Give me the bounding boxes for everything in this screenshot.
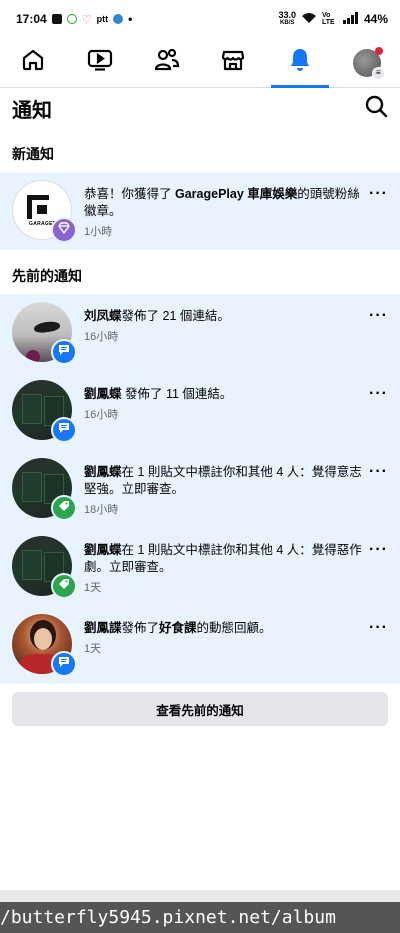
menu-icon: ≡: [371, 66, 385, 80]
top-nav: ≡: [0, 38, 400, 88]
network-label: Vo LTE: [321, 12, 335, 26]
page-title: 通知: [12, 99, 52, 122]
comment-badge: [51, 651, 77, 677]
tab-notifications[interactable]: [267, 38, 334, 88]
search-icon[interactable]: [364, 94, 388, 123]
notification-item[interactable]: 刘凤蝶發佈了 21 個連結。 16小時 ···: [0, 294, 400, 372]
dot-icon: •: [128, 12, 133, 26]
diamond-icon: [58, 221, 70, 239]
status-time: 17:04: [16, 12, 47, 26]
page-header: 通知: [0, 88, 400, 128]
comment-icon: [58, 421, 70, 439]
more-options-icon[interactable]: ···: [369, 308, 388, 324]
red-dot-icon: [374, 46, 383, 55]
watermark-text: /butterfly5945.pixnet.net/album: [0, 902, 400, 933]
bell-icon: [288, 47, 312, 78]
notification-time: 1天: [84, 582, 102, 594]
notification-text: 劉鳳諜發佈了好食課的動態回顧。: [84, 621, 272, 635]
notification-text: 劉鳳蝶 發佈了 11 個連結。: [84, 387, 233, 401]
more-options-icon[interactable]: ···: [369, 386, 388, 402]
notification-item[interactable]: GARAGEPL 恭喜！你獲得了 GaragePlay 車庫娛樂的頭號粉絲徽章。…: [0, 172, 400, 250]
tab-home[interactable]: [0, 38, 67, 87]
video-icon: [87, 48, 113, 77]
tab-video[interactable]: [67, 38, 134, 87]
app-icon: [66, 14, 77, 24]
profile-avatar: ≡: [352, 46, 385, 80]
comment-badge: [51, 417, 77, 443]
notification-text: 刘凤蝶發佈了 21 個連結。: [84, 309, 230, 323]
notification-item[interactable]: 劉鳳蝶 發佈了 11 個連結。 16小時 ···: [0, 372, 400, 450]
battery-level: 44%: [363, 12, 388, 26]
comment-icon: [58, 655, 70, 673]
notification-time: 16小時: [84, 409, 119, 421]
more-options-icon[interactable]: ···: [369, 464, 388, 480]
globe-icon: [113, 14, 124, 24]
notification-item[interactable]: 劉鳳蝶在 1 則貼文中標註你和其他 4 人：覺得意志堅強。立即審查。 18小時 …: [0, 450, 400, 528]
wifi-icon: [301, 12, 317, 27]
tab-marketplace[interactable]: [200, 38, 267, 87]
notification-item[interactable]: 劉鳳蝶在 1 則貼文中標註你和其他 4 人：覺得惡作劇。立即審查。 1天 ···: [0, 528, 400, 606]
diamond-badge: [51, 217, 77, 243]
see-previous-button[interactable]: 查看先前的通知: [12, 692, 388, 726]
tag-badge: [51, 573, 77, 599]
comment-icon: [58, 343, 70, 361]
notification-time: 1小時: [84, 226, 113, 238]
status-bar: 17:04 ♡ ptt • 33.0 KB/S Vo LTE 44%: [0, 0, 400, 38]
tag-badge: [51, 495, 77, 521]
youtube-icon: [51, 14, 62, 24]
more-options-icon[interactable]: ···: [369, 186, 388, 202]
more-options-icon[interactable]: ···: [369, 542, 388, 558]
comment-badge: [51, 339, 77, 365]
notification-time: 16小時: [84, 331, 119, 343]
notification-time: 18小時: [84, 504, 119, 516]
friends-icon: [154, 48, 180, 77]
bottom-bar: [0, 890, 400, 902]
app2-icon: ptt: [96, 14, 109, 24]
tab-friends[interactable]: [133, 38, 200, 87]
more-options-icon[interactable]: ···: [369, 620, 388, 636]
tag-icon: [58, 499, 70, 517]
notification-text: 劉鳳蝶在 1 則貼文中標註你和其他 4 人：覺得意志堅強。立即審查。: [84, 465, 362, 496]
tag-icon: [58, 577, 70, 595]
heart-icon: ♡: [81, 13, 92, 26]
notification-text: 恭喜！你獲得了 GaragePlay 車庫娛樂的頭號粉絲徽章。: [84, 187, 360, 218]
notification-time: 1天: [84, 643, 102, 655]
notification-item[interactable]: 劉鳳諜發佈了好食課的動態回顧。 1天 ···: [0, 606, 400, 684]
net-speed: 33.0 KB/S: [278, 10, 296, 27]
tab-profile[interactable]: ≡: [333, 38, 400, 87]
home-icon: [21, 48, 45, 77]
notification-text: 劉鳳蝶在 1 則貼文中標註你和其他 4 人：覺得惡作劇。立即審查。: [84, 543, 362, 574]
signal-icon: [342, 11, 359, 27]
marketplace-icon: [221, 48, 245, 77]
section-earlier-title: 先前的通知: [12, 268, 82, 284]
section-new-title: 新通知: [12, 146, 54, 162]
